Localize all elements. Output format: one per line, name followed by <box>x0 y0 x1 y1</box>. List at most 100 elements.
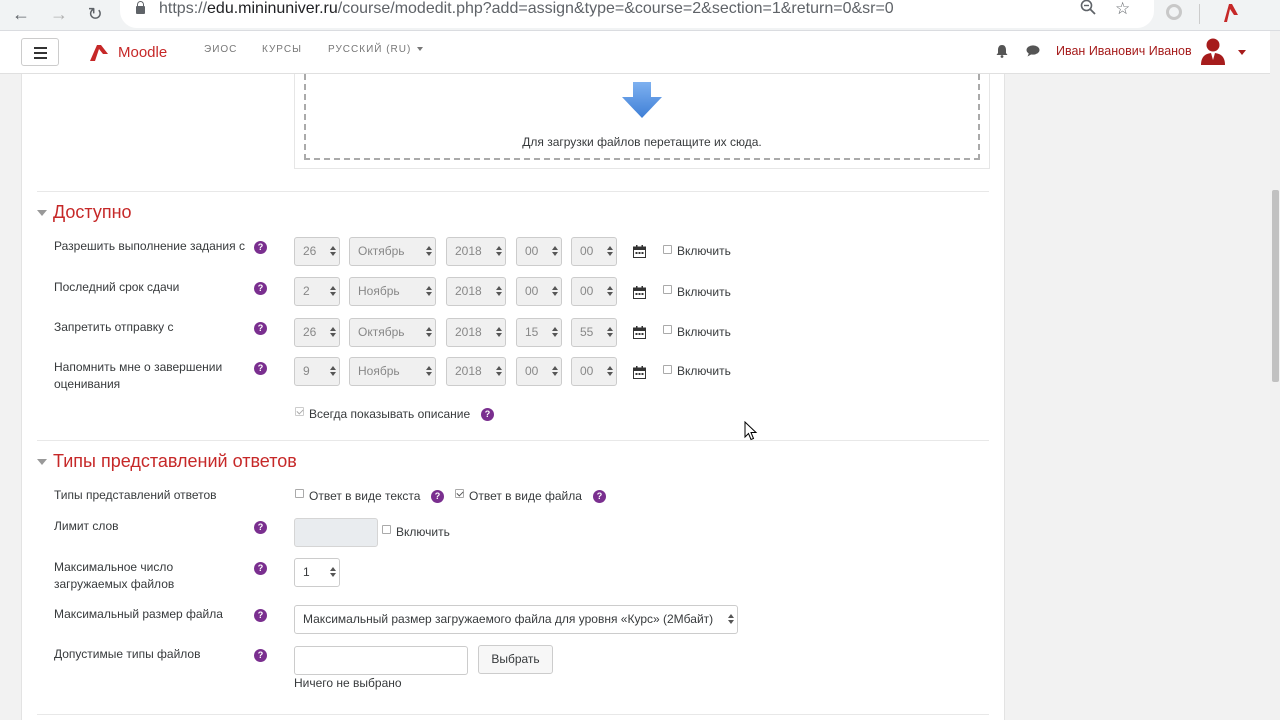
enable-checkbox[interactable] <box>663 245 672 254</box>
zoom-icon[interactable] <box>1080 0 1096 20</box>
extension-icon[interactable] <box>1166 4 1182 20</box>
calendar-icon[interactable] <box>633 326 646 339</box>
forward-icon[interactable]: → <box>46 2 72 28</box>
collapse-caret-icon <box>37 210 47 216</box>
word-limit-enable-checkbox[interactable] <box>382 525 391 534</box>
help-icon[interactable]: ? <box>254 362 267 375</box>
messages-icon[interactable] <box>1026 45 1040 57</box>
section-divider <box>37 714 989 715</box>
help-icon[interactable]: ? <box>254 282 267 295</box>
online-text-label: Ответ в виде текста <box>309 489 421 503</box>
word-limit-label: Лимит слов <box>54 519 119 533</box>
hour-select: 00 <box>516 237 562 266</box>
file-submission-label: Ответ в виде файла <box>469 489 582 503</box>
enable-checkbox[interactable] <box>663 285 672 294</box>
help-icon[interactable]: ? <box>254 609 267 622</box>
help-icon[interactable]: ? <box>254 521 267 534</box>
section-title: Доступно <box>53 202 132 222</box>
word-limit-enable-label: Включить <box>396 525 450 539</box>
user-name[interactable]: Иван Иванович Иванов <box>1056 44 1192 58</box>
section-availability-toggle[interactable]: Доступно <box>37 202 132 223</box>
day-select: 26 <box>294 318 340 347</box>
lock-icon <box>136 1 145 14</box>
minute-select: 55 <box>571 318 617 347</box>
moodle-logo-icon <box>90 45 108 61</box>
notifications-bell-icon[interactable] <box>996 44 1008 58</box>
help-icon[interactable]: ? <box>593 490 606 503</box>
year-select: 2018 <box>446 277 506 306</box>
month-select: Октябрь <box>349 318 436 347</box>
max-file-size-select[interactable]: Максимальный размер загружаемого файла д… <box>294 605 738 634</box>
enable-label: Включить <box>677 364 731 378</box>
online-text-checkbox[interactable] <box>295 489 304 498</box>
section-divider <box>37 191 989 192</box>
hour-select: 00 <box>516 277 562 306</box>
word-limit-input <box>294 518 378 547</box>
scrollbar-thumb[interactable] <box>1272 190 1279 382</box>
month-select: Ноябрь <box>349 277 436 306</box>
enable-label: Включить <box>677 325 731 339</box>
calendar-icon[interactable] <box>633 366 646 379</box>
brand-logo[interactable]: Moodle <box>88 38 167 66</box>
hour-select: 15 <box>516 318 562 347</box>
max-files-label: Максимальное число загружаемых файлов <box>54 560 175 591</box>
menu-toggle-button[interactable] <box>21 38 59 66</box>
nothing-selected-text: Ничего не выбрано <box>294 676 402 690</box>
month-select: Ноябрь <box>349 357 436 386</box>
nav-link-courses[interactable]: КУРСЫ <box>262 44 302 55</box>
back-icon[interactable]: ← <box>8 2 34 28</box>
day-select: 2 <box>294 277 340 306</box>
help-icon[interactable]: ? <box>254 562 267 575</box>
enable-label: Включить <box>677 244 731 258</box>
allow-submissions-from-label: Разрешить выполнение задания с <box>54 239 245 253</box>
calendar-icon[interactable] <box>633 286 646 299</box>
day-select: 26 <box>294 237 340 266</box>
minute-select: 00 <box>571 237 617 266</box>
help-icon[interactable]: ? <box>254 649 267 662</box>
due-date-label: Последний срок сдачи <box>54 280 180 294</box>
bookmark-star-icon[interactable]: ☆ <box>1115 0 1130 19</box>
moodle-navbar: Moodle ЭИОС КУРСЫ РУССКИЙ (RU) Иван Иван… <box>0 31 1270 74</box>
section-title: Типы представлений ответов <box>53 451 297 471</box>
dropzone-hint: Для загрузки файлов перетащите их сюда. <box>522 135 762 149</box>
grading-reminder-label: Напомнить мне о завершении оценивания <box>54 360 223 391</box>
language-menu[interactable]: РУССКИЙ (RU) <box>328 44 424 55</box>
section-divider <box>37 440 989 441</box>
enable-checkbox[interactable] <box>663 325 672 334</box>
url-text: https://edu.mininuniver.ru/course/modedi… <box>159 0 894 17</box>
enable-checkbox[interactable] <box>663 365 672 374</box>
calendar-icon[interactable] <box>633 245 646 258</box>
moodle-extension-icon[interactable] <box>1218 1 1240 23</box>
help-icon[interactable]: ? <box>481 408 494 421</box>
year-select: 2018 <box>446 357 506 386</box>
always-show-description-checkbox <box>295 407 304 416</box>
month-select: Октябрь <box>349 237 436 266</box>
mouse-cursor-icon <box>744 421 758 441</box>
max-file-size-label: Максимальный размер файла <box>54 607 223 621</box>
toolbar-divider <box>1199 4 1200 24</box>
choose-file-types-button[interactable]: Выбрать <box>478 645 553 674</box>
minute-select: 00 <box>571 277 617 306</box>
user-menu-caret-icon[interactable] <box>1238 50 1246 55</box>
browser-toolbar: ← → ↻ https://edu.mininuniver.ru/course/… <box>0 0 1280 31</box>
accepted-file-types-input[interactable] <box>294 646 468 675</box>
help-icon[interactable]: ? <box>254 241 267 254</box>
max-files-select[interactable]: 1 <box>294 558 340 587</box>
help-icon[interactable]: ? <box>431 490 444 503</box>
section-submission-types-toggle[interactable]: Типы представлений ответов <box>37 451 297 472</box>
collapse-caret-icon <box>37 459 47 465</box>
brand-name: Moodle <box>118 43 168 61</box>
enable-label: Включить <box>677 285 731 299</box>
cut-off-date-label: Запретить отправку с <box>54 320 174 334</box>
user-avatar-icon[interactable] <box>1200 36 1226 66</box>
minute-select: 00 <box>571 357 617 386</box>
nav-link-eios[interactable]: ЭИОС <box>204 44 237 55</box>
file-submission-checkbox[interactable] <box>455 489 464 498</box>
help-icon[interactable]: ? <box>254 322 267 335</box>
address-bar[interactable]: https://edu.mininuniver.ru/course/modedi… <box>120 0 1154 28</box>
accepted-file-types-label: Допустимые типы файлов <box>54 647 201 661</box>
hour-select: 00 <box>516 357 562 386</box>
reload-icon[interactable]: ↻ <box>82 2 108 28</box>
upload-arrow-icon <box>622 82 662 118</box>
year-select: 2018 <box>446 237 506 266</box>
